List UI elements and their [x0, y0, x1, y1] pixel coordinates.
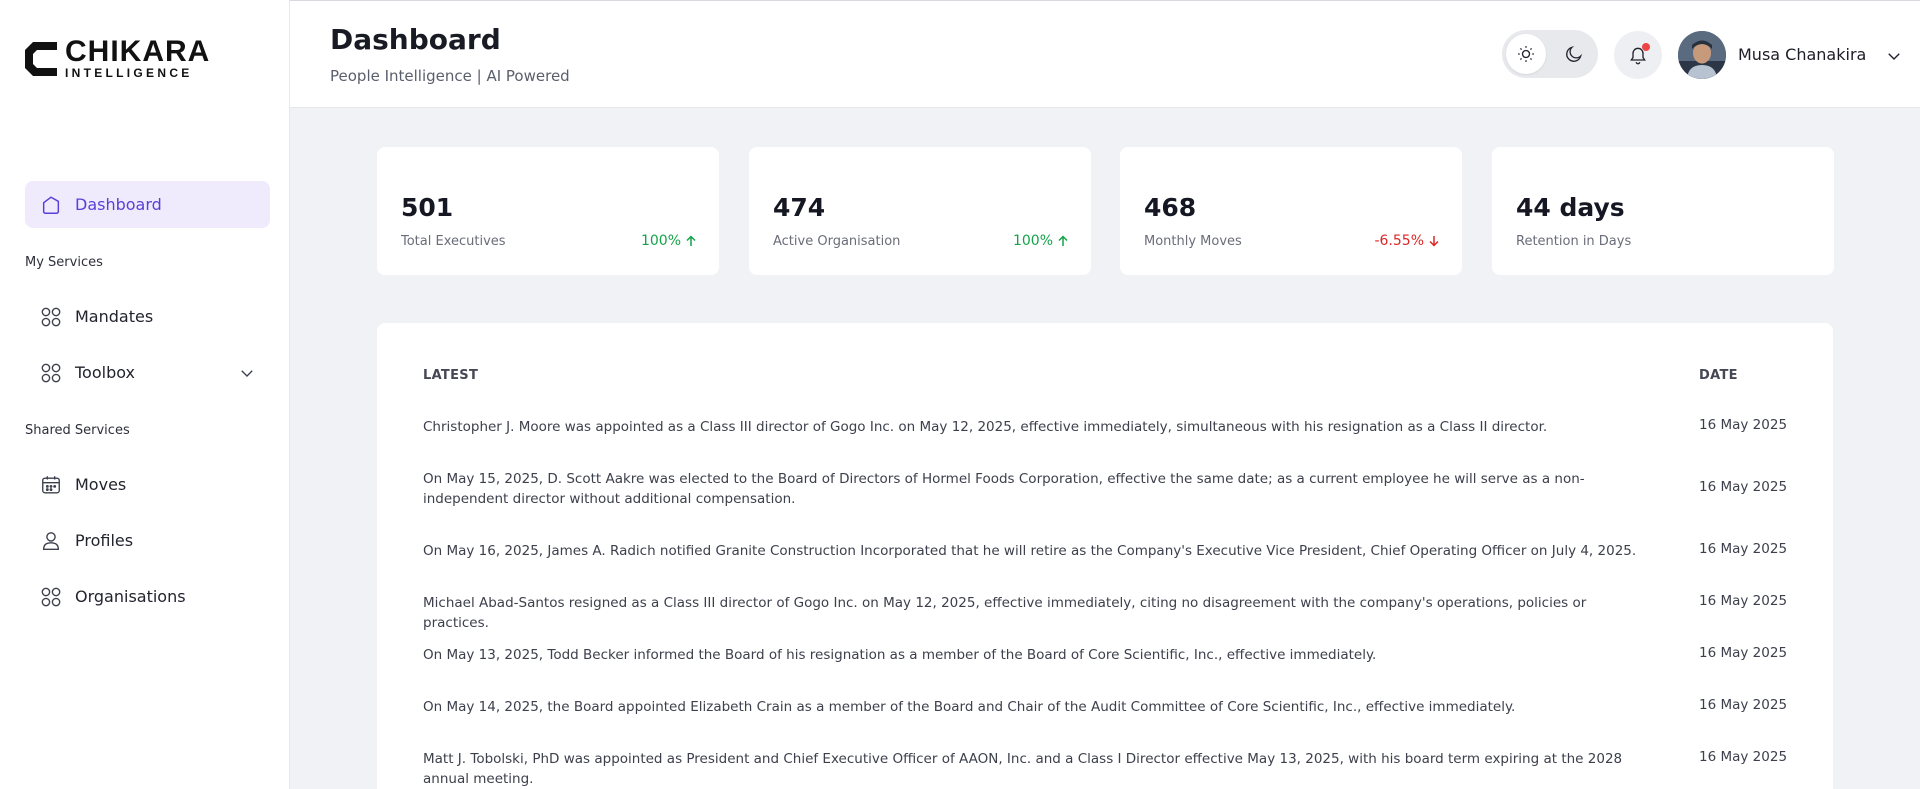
page-title: Dashboard: [330, 23, 501, 56]
row-date: 16 May 2025: [1699, 541, 1788, 557]
row-text: Matt J. Tobolski, PhD was appointed as P…: [423, 751, 1623, 787]
logo-mark-icon: [25, 42, 57, 76]
section-label-my-services: My Services: [25, 255, 103, 270]
sidebar-item-organisations[interactable]: Organisations: [25, 573, 270, 620]
row-date: 16 May 2025: [1699, 697, 1788, 713]
arrow-up-icon: [686, 235, 696, 246]
sidebar-item-label: Toolbox: [75, 363, 135, 382]
brand-name: CHIKARA: [65, 35, 211, 68]
dark-mode-button[interactable]: [1554, 34, 1594, 74]
row-text: On May 13, 2025, Todd Becker informed th…: [423, 647, 1377, 663]
stat-value: 468: [1144, 193, 1197, 222]
row-text: Michael Abad-Santos resigned as a Class …: [423, 595, 1587, 631]
column-header-latest: LATEST: [423, 368, 479, 383]
sidebar-item-profiles[interactable]: Profiles: [25, 517, 270, 564]
notifications-button[interactable]: [1614, 31, 1662, 79]
stat-value: 501: [401, 193, 454, 222]
grid-icon: [39, 585, 63, 609]
stat-delta: 100%: [641, 233, 697, 249]
user-name[interactable]: Musa Chanakira: [1738, 45, 1866, 64]
arrow-down-icon: [1429, 236, 1439, 247]
stat-delta-value: 100%: [1012, 233, 1053, 249]
row-text: On May 16, 2025, James A. Radich notifie…: [423, 543, 1637, 559]
stat-card-active-organisation: 474 Active Organisation 100%: [749, 147, 1091, 275]
column-header-date: DATE: [1699, 368, 1738, 383]
sidebar-item-label: Moves: [75, 475, 127, 494]
stat-label: Active Organisation: [773, 234, 901, 249]
latest-moves-table: LATEST DATE Christopher J. Moore was app…: [377, 323, 1833, 789]
page-subtitle: People Intelligence | AI Powered: [330, 67, 570, 85]
stat-card-total-executives: 501 Total Executives 100%: [377, 147, 719, 275]
stat-card-retention: 44 days Retention in Days: [1492, 147, 1834, 275]
row-date: 16 May 2025: [1699, 749, 1788, 765]
light-mode-button[interactable]: [1506, 34, 1546, 74]
row-date: 16 May 2025: [1699, 593, 1788, 609]
user-icon: [39, 529, 63, 553]
stat-delta-value: -6.55%: [1374, 233, 1424, 249]
sidebar: CHIKARA INTELLIGENCE Dashboard My Servic…: [0, 0, 290, 789]
sidebar-item-moves[interactable]: Moves: [25, 461, 270, 508]
sidebar-item-label: Profiles: [75, 531, 134, 550]
chevron-down-icon[interactable]: [1885, 47, 1903, 69]
row-date: 16 May 2025: [1699, 417, 1788, 433]
row-date: 16 May 2025: [1699, 645, 1788, 661]
sidebar-item-dashboard[interactable]: Dashboard: [25, 181, 270, 228]
brand-tagline: INTELLIGENCE: [65, 66, 193, 80]
row-text: On May 14, 2025, the Board appointed Eli…: [423, 699, 1516, 715]
sun-icon: [1518, 46, 1534, 62]
arrow-up-icon: [1058, 235, 1068, 246]
sidebar-item-mandates[interactable]: Mandates: [25, 293, 270, 340]
stat-value: 474: [773, 193, 826, 222]
row-text: On May 15, 2025, D. Scott Aakre was elec…: [423, 471, 1585, 507]
stat-delta: 100%: [1013, 233, 1069, 249]
section-label-shared-services: Shared Services: [25, 423, 130, 438]
notification-dot: [1642, 43, 1650, 51]
sidebar-item-label: Dashboard: [75, 195, 162, 214]
avatar[interactable]: [1678, 31, 1726, 79]
stat-label: Monthly Moves: [1144, 234, 1242, 249]
stat-value: 44 days: [1516, 193, 1625, 222]
chevron-down-icon[interactable]: [238, 364, 256, 386]
stat-delta-value: 100%: [640, 233, 681, 249]
brand-logo[interactable]: CHIKARA INTELLIGENCE: [25, 35, 211, 80]
sidebar-item-label: Organisations: [75, 587, 186, 606]
theme-toggle[interactable]: [1502, 30, 1598, 78]
sidebar-item-toolbox[interactable]: Toolbox: [25, 349, 270, 396]
sidebar-item-label: Mandates: [75, 307, 154, 326]
grid-icon: [39, 305, 63, 329]
stat-label: Retention in Days: [1516, 234, 1632, 249]
row-text: Christopher J. Moore was appointed as a …: [423, 419, 1548, 435]
stat-label: Total Executives: [401, 234, 506, 249]
row-date: 16 May 2025: [1699, 479, 1788, 495]
moon-icon: [1566, 45, 1583, 62]
grid-icon: [39, 361, 63, 385]
home-icon: [39, 193, 63, 217]
calendar-icon: [39, 473, 63, 497]
top-header: Dashboard People Intelligence | AI Power…: [290, 0, 1920, 108]
stat-card-monthly-moves: 468 Monthly Moves -6.55%: [1120, 147, 1462, 275]
stat-delta: -6.55%: [1374, 233, 1440, 249]
